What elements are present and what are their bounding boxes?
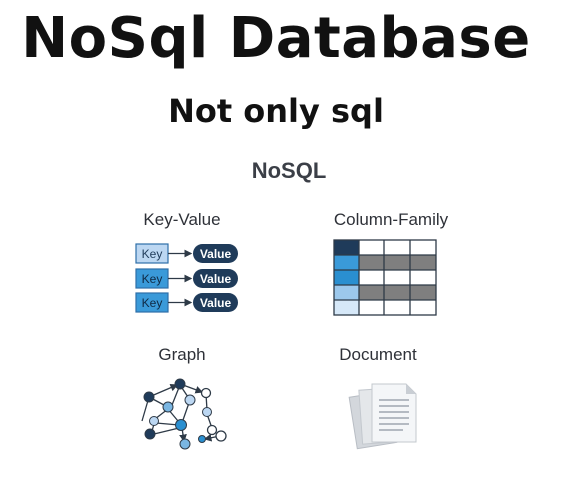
- value-pill-label: Value: [200, 272, 232, 286]
- graph-network-icon: [141, 378, 227, 450]
- key-value-pair-2: Key Value: [135, 268, 238, 289]
- key-value-illustration: Key Value Key Value Key Value: [135, 243, 238, 313]
- key-box-label: Key: [142, 247, 163, 261]
- key-value-label: Key-Value: [143, 210, 221, 229]
- page-subtitle: Not only sql: [168, 92, 384, 130]
- document-label: Document: [339, 345, 417, 364]
- column-family-grid-icon: [333, 239, 437, 316]
- value-pill-label: Value: [200, 247, 232, 261]
- document-stack-icon: [348, 383, 417, 450]
- key-box-label: Key: [142, 272, 163, 286]
- key-value-pair-3: Key Value: [135, 292, 238, 313]
- column-family-label: Column-Family: [333, 210, 449, 229]
- graph-label: Graph: [158, 345, 206, 364]
- diagram-heading: NoSQL: [251, 158, 327, 183]
- page-title: NoSql Database: [21, 6, 531, 71]
- value-pill-label: Value: [200, 296, 232, 310]
- key-box-label: Key: [142, 296, 163, 310]
- key-value-pair-1: Key Value: [135, 243, 238, 264]
